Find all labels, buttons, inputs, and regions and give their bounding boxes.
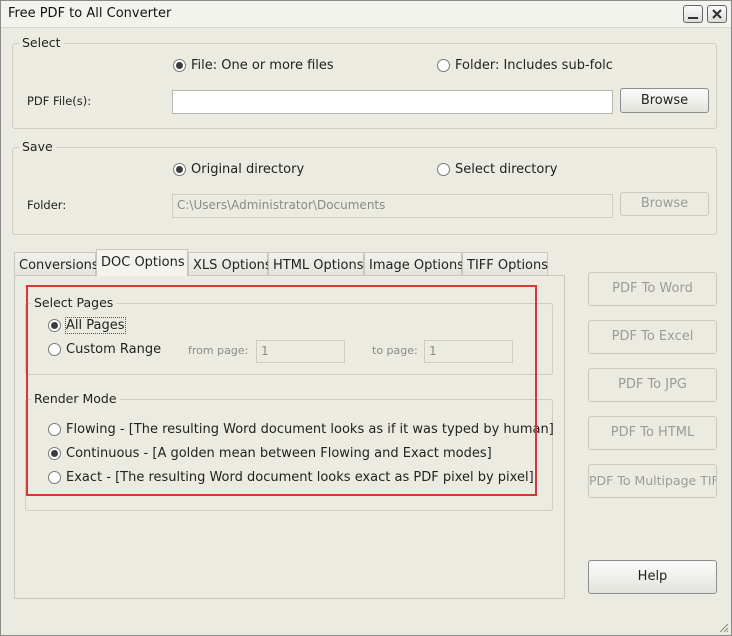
browse-folder-button[interactable]: Browse (620, 192, 709, 216)
app-window: Free PDF to All Converter Select File: O… (0, 0, 732, 636)
tab-doc-options[interactable]: DOC Options (96, 249, 188, 276)
select-group (12, 43, 717, 129)
file-radio[interactable]: File: One or more files (173, 58, 334, 73)
tab-image-options[interactable]: Image Options (364, 252, 464, 276)
folder-label: Folder: (27, 198, 67, 212)
folder-radio[interactable]: Folder: Includes sub-folc (437, 58, 613, 73)
original-directory-radio[interactable]: Original directory (173, 162, 304, 177)
file-radio-label: File: One or more files (191, 58, 334, 73)
pdf-to-html-button[interactable]: PDF To HTML (588, 416, 717, 450)
pdf-files-label: PDF File(s): (27, 94, 92, 108)
save-legend: Save (19, 139, 56, 154)
tab-xls-options[interactable]: XLS Options (188, 252, 272, 276)
close-icon (712, 9, 722, 19)
pdf-to-excel-button[interactable]: PDF To Excel (588, 320, 717, 354)
original-directory-label: Original directory (191, 162, 305, 177)
pdf-to-word-button[interactable]: PDF To Word (588, 272, 717, 306)
pdf-files-input[interactable] (172, 90, 613, 114)
pdf-to-jpg-button[interactable]: PDF To JPG (588, 368, 717, 402)
select-directory-label: Select directory (455, 162, 558, 177)
minimize-icon (688, 17, 698, 19)
tab-conversions[interactable]: Conversions (14, 252, 99, 276)
radio-unselected-icon (437, 163, 450, 176)
radio-unselected-icon (437, 59, 450, 72)
save-group (12, 147, 717, 235)
resize-grip-icon[interactable] (717, 621, 729, 633)
title-bar: Free PDF to All Converter (1, 1, 731, 28)
radio-selected-icon (173, 59, 186, 72)
tab-html-options[interactable]: HTML Options (268, 252, 364, 276)
radio-selected-icon (173, 163, 186, 176)
folder-radio-label: Folder: Includes sub-folc (455, 58, 613, 73)
folder-input[interactable]: C:\Users\Administrator\Documents (172, 194, 613, 218)
window-title: Free PDF to All Converter (8, 6, 172, 21)
close-button[interactable] (707, 5, 727, 23)
pdf-to-tiff-button[interactable]: PDF To Multipage TIFF (588, 464, 717, 498)
browse-files-button[interactable]: Browse (620, 88, 709, 113)
select-legend: Select (19, 35, 64, 50)
highlight-box (26, 285, 537, 496)
tab-tiff-options[interactable]: TIFF Options (462, 252, 548, 276)
select-directory-radio[interactable]: Select directory (437, 162, 557, 177)
minimize-button[interactable] (683, 5, 703, 23)
help-button[interactable]: Help (588, 560, 717, 594)
